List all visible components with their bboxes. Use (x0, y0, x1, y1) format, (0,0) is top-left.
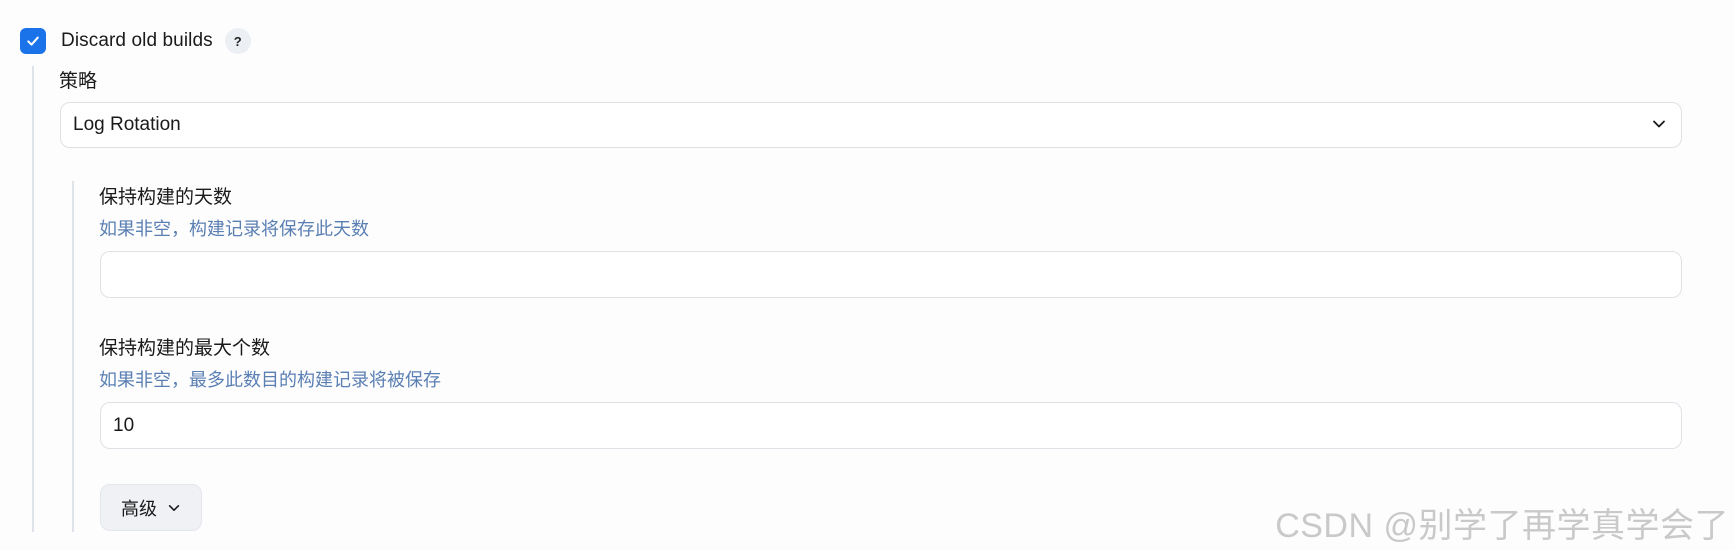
discard-builds-panel: Discard old builds ? 策略 Log Rotation 保持构… (0, 0, 1735, 550)
days-to-keep-label: 保持构建的天数 (99, 187, 233, 208)
days-to-keep-description: 如果非空，构建记录将保存此天数 (99, 219, 369, 239)
chevron-down-icon (167, 501, 181, 515)
days-to-keep-input[interactable] (100, 251, 1682, 298)
discard-old-builds-row: Discard old builds ? (20, 27, 251, 55)
strategy-label: 策略 (59, 71, 98, 92)
discard-old-builds-checkbox[interactable] (20, 28, 46, 54)
section-divider (32, 66, 34, 532)
discard-old-builds-label[interactable]: Discard old builds (61, 30, 213, 52)
chevron-down-icon (1651, 116, 1667, 137)
strategy-selected-value: Log Rotation (73, 114, 181, 135)
max-builds-label: 保持构建的最大个数 (99, 338, 271, 359)
watermark: CSDN @别学了再学真学会了 (1275, 507, 1729, 545)
advanced-button[interactable]: 高级 (100, 484, 202, 531)
check-icon (27, 36, 39, 46)
help-icon[interactable]: ? (224, 28, 251, 54)
max-builds-description: 如果非空，最多此数目的构建记录将被保存 (99, 370, 441, 390)
advanced-label: 高级 (121, 498, 157, 519)
log-rotation-divider (72, 181, 74, 532)
help-icon-text: ? (233, 33, 242, 49)
strategy-select[interactable]: Log Rotation (60, 102, 1682, 148)
max-builds-input[interactable] (100, 402, 1682, 449)
